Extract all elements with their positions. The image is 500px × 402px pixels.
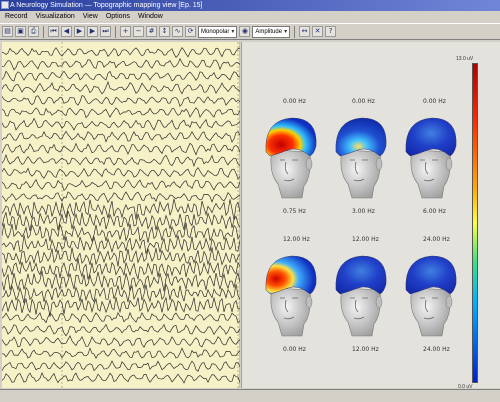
map-label: 0.00 Hz bbox=[352, 98, 375, 105]
filter-icon[interactable]: ∿ bbox=[172, 26, 183, 37]
eeg-channel-trace bbox=[2, 117, 240, 131]
first-page-icon[interactable]: ⏮ bbox=[48, 26, 59, 37]
map-label: 24.00 Hz bbox=[423, 346, 450, 353]
ear-shape bbox=[445, 295, 453, 309]
scalp-topomap bbox=[335, 255, 387, 295]
zoom-out-icon[interactable]: − bbox=[133, 26, 144, 37]
eeg-channel-trace bbox=[2, 198, 240, 220]
close-icon[interactable]: ✕ bbox=[312, 26, 324, 37]
zoom-in-icon[interactable]: + bbox=[120, 26, 131, 37]
color-scale-bar bbox=[472, 63, 478, 383]
head-face-shape bbox=[410, 287, 451, 337]
toolbar-separator bbox=[115, 25, 116, 38]
ear-shape bbox=[305, 295, 313, 309]
app-icon bbox=[1, 1, 9, 9]
menu-bar: Record Visualization View Options Window bbox=[0, 11, 500, 23]
eeg-channel-trace bbox=[2, 178, 240, 192]
montage-select[interactable]: Monopolar ▾ bbox=[198, 25, 238, 38]
eeg-channel-trace bbox=[2, 371, 240, 384]
map-label: 12.00 Hz bbox=[352, 236, 379, 243]
menu-view[interactable]: View bbox=[80, 11, 101, 23]
menu-options[interactable]: Options bbox=[103, 11, 133, 23]
eeg-channel-trace bbox=[2, 270, 240, 292]
application-window: A Neurology Simulation — Topographic map… bbox=[0, 0, 500, 402]
grid-icon[interactable]: # bbox=[146, 26, 157, 37]
eeg-channel-trace bbox=[2, 130, 240, 143]
status-bar bbox=[0, 389, 500, 402]
map-label: 0.00 Hz bbox=[283, 346, 306, 353]
window-title: A Neurology Simulation — Topographic map… bbox=[10, 2, 203, 9]
head-map-2[interactable] bbox=[328, 112, 392, 200]
amplitude-select[interactable]: Amplitude ▾ bbox=[252, 25, 291, 38]
map-label: 6.00 Hz bbox=[423, 208, 446, 215]
toolbar-separator bbox=[294, 25, 296, 38]
refresh-icon[interactable]: ⟳ bbox=[185, 26, 196, 37]
title-bar[interactable]: A Neurology Simulation — Topographic map… bbox=[0, 0, 500, 11]
head-face-shape bbox=[410, 149, 451, 199]
head-face-shape bbox=[340, 287, 381, 337]
play-icon[interactable]: ▶ bbox=[74, 26, 85, 37]
scalp-topomap bbox=[335, 117, 387, 157]
menu-window[interactable]: Window bbox=[135, 11, 166, 23]
eeg-channel-trace bbox=[2, 283, 240, 304]
save-icon[interactable]: ▣ bbox=[15, 26, 26, 37]
ear-shape bbox=[375, 157, 383, 171]
head-map-6[interactable] bbox=[398, 250, 462, 338]
eeg-channel-trace bbox=[2, 166, 240, 180]
eeg-channel-trace bbox=[2, 153, 240, 168]
marker-icon[interactable]: ↕ bbox=[159, 26, 170, 37]
head-map-4[interactable] bbox=[258, 250, 322, 338]
eeg-channel-trace bbox=[2, 95, 240, 107]
map-label: 0.00 Hz bbox=[423, 98, 446, 105]
head-map-5[interactable] bbox=[328, 250, 392, 338]
scale-icon[interactable]: ↔ bbox=[299, 26, 311, 37]
next-page-icon[interactable]: ▶ bbox=[87, 26, 98, 37]
eeg-channel-trace bbox=[2, 70, 240, 82]
eeg-channel-trace bbox=[2, 311, 240, 324]
eeg-trace-panel[interactable] bbox=[2, 42, 240, 388]
open-icon[interactable]: ▤ bbox=[2, 26, 13, 37]
eeg-channel-trace bbox=[2, 142, 240, 156]
eeg-channel-trace bbox=[2, 57, 240, 71]
eeg-channel-trace bbox=[2, 80, 240, 95]
colorbar-max-label: 13.0 uV bbox=[456, 56, 474, 62]
scalp-topomap bbox=[265, 117, 317, 157]
map-icon[interactable]: ◉ bbox=[239, 26, 251, 37]
head-face-shape bbox=[270, 149, 311, 199]
scalp-topomap bbox=[405, 255, 457, 295]
eeg-channel-trace bbox=[2, 296, 240, 317]
prev-page-icon[interactable]: ◀ bbox=[61, 26, 72, 37]
head-map-1[interactable] bbox=[258, 112, 322, 200]
ear-shape bbox=[305, 157, 313, 171]
menu-record[interactable]: Record bbox=[2, 11, 31, 23]
map-label: 24.00 Hz bbox=[423, 236, 450, 243]
scalp-topomap bbox=[405, 117, 457, 157]
toolbar-separator bbox=[43, 25, 44, 38]
map-label: 12.00 Hz bbox=[352, 346, 379, 353]
eeg-traces bbox=[2, 42, 240, 388]
eeg-channel-trace bbox=[2, 347, 240, 359]
menu-visualization[interactable]: Visualization bbox=[33, 11, 78, 23]
eeg-channel-trace bbox=[2, 335, 240, 348]
map-label: 3.00 Hz bbox=[352, 208, 375, 215]
eeg-channel-trace bbox=[2, 107, 240, 119]
last-page-icon[interactable]: ⏭ bbox=[100, 26, 111, 37]
toolbar: ▤ ▣ ⎙ ⏮ ◀ ▶ ▶ ⏭ + − # ↕ ∿ ⟳ Monopolar ▾ ◉… bbox=[0, 23, 500, 40]
ear-shape bbox=[445, 157, 453, 171]
print-icon[interactable]: ⎙ bbox=[28, 26, 39, 37]
eeg-channel-trace bbox=[2, 258, 240, 281]
eeg-channel-trace bbox=[2, 191, 240, 204]
eeg-channel-trace bbox=[2, 323, 240, 337]
help-icon[interactable]: ? bbox=[325, 26, 337, 37]
head-face-shape bbox=[340, 149, 381, 199]
eeg-channel-trace bbox=[2, 360, 240, 372]
head-map-3[interactable] bbox=[398, 112, 462, 200]
map-label: 0.75 Hz bbox=[283, 208, 306, 215]
ear-shape bbox=[375, 295, 383, 309]
map-label: 0.00 Hz bbox=[283, 98, 306, 105]
head-face-shape bbox=[270, 287, 311, 337]
map-label: 12.00 Hz bbox=[283, 236, 310, 243]
eeg-channel-trace bbox=[2, 46, 240, 58]
scalp-topomap bbox=[265, 255, 317, 295]
